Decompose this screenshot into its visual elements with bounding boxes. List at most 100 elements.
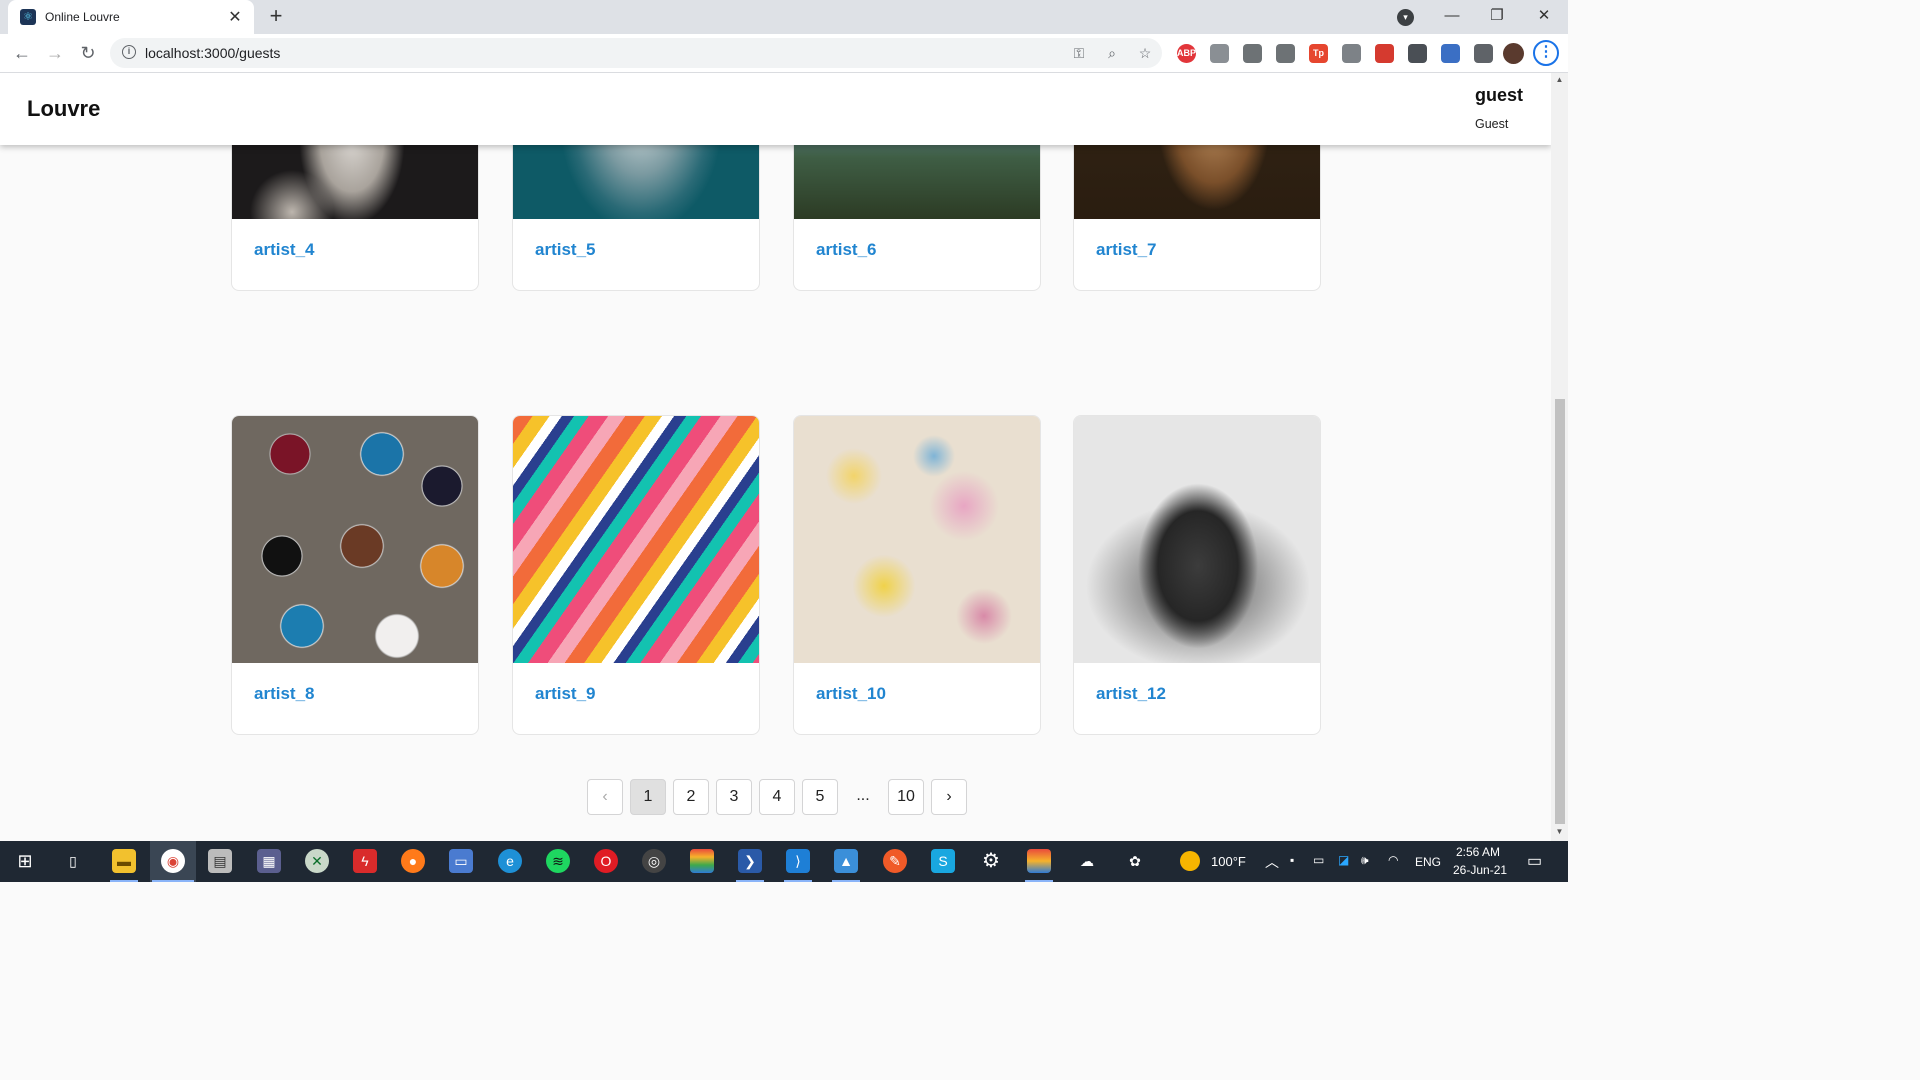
address-bar[interactable]: i localhost:3000/guests ⚿ ⌕ ☆ bbox=[110, 38, 1162, 68]
app-icon-blue[interactable]: ▦ bbox=[257, 849, 281, 873]
page-button-10[interactable]: 10 bbox=[888, 779, 924, 815]
prev-page-button[interactable]: ‹ bbox=[587, 779, 623, 815]
tab-close-icon[interactable]: ✕ bbox=[226, 7, 244, 27]
scroll-up-arrow-icon[interactable]: ▲ bbox=[1551, 75, 1568, 87]
volume-icon[interactable]: 🕪 bbox=[1361, 853, 1369, 868]
artist-name-link[interactable]: artist_12 bbox=[1096, 684, 1166, 704]
artwork-image[interactable] bbox=[794, 416, 1040, 663]
artist-card[interactable]: artist_12 bbox=[1073, 415, 1321, 735]
restore-button[interactable]: ❐ bbox=[1477, 4, 1517, 28]
running-indicator bbox=[784, 880, 812, 882]
page-scrollbar[interactable]: ▲ ▼ bbox=[1551, 73, 1568, 841]
artist-card[interactable]: artist_8 bbox=[231, 415, 479, 735]
flash-app-icon[interactable]: ϟ bbox=[353, 849, 377, 873]
artist-name-link[interactable]: artist_7 bbox=[1096, 240, 1156, 260]
profile-avatar[interactable] bbox=[1503, 43, 1524, 64]
page-viewport: Louvre guest Guest artist_4 artist_5 art… bbox=[0, 73, 1551, 841]
clock-time[interactable]: 2:56 AM bbox=[1456, 845, 1500, 859]
photos-icon[interactable]: ▲ bbox=[834, 849, 858, 873]
artist-card[interactable]: artist_9 bbox=[512, 415, 760, 735]
scroll-down-arrow-icon[interactable]: ▼ bbox=[1551, 827, 1568, 839]
user-role: Guest bbox=[1475, 117, 1509, 131]
moon-extension-icon[interactable] bbox=[1408, 44, 1427, 63]
page-button-4[interactable]: 4 bbox=[759, 779, 795, 815]
key-icon[interactable]: ⚿ bbox=[1070, 44, 1088, 62]
pagination-ellipsis: ... bbox=[856, 787, 870, 804]
task-view-icon[interactable]: ▯ bbox=[61, 849, 85, 873]
wifi-icon[interactable]: ◠ bbox=[1388, 853, 1398, 867]
tab-search-icon[interactable]: ▾ bbox=[1397, 9, 1414, 26]
weather-temp[interactable]: 100°F bbox=[1211, 854, 1246, 869]
artwork-image[interactable] bbox=[1074, 416, 1320, 663]
browser-tab[interactable]: ⚛ Online Louvre ✕ bbox=[8, 0, 254, 34]
monitor-app-icon[interactable]: ▭ bbox=[449, 849, 473, 873]
tray-device-icon[interactable]: ▪ bbox=[1290, 853, 1294, 867]
windows-start-icon[interactable]: ⊞ bbox=[13, 849, 37, 873]
edge-icon[interactable]: e bbox=[498, 849, 522, 873]
powershell-icon[interactable]: ❯ bbox=[738, 849, 762, 873]
v-extension-icon[interactable] bbox=[1342, 44, 1361, 63]
chrome-icon[interactable]: ◉ bbox=[161, 849, 185, 873]
artist-card[interactable]: artist_10 bbox=[793, 415, 1041, 735]
settings-gear-icon[interactable]: ⚙ bbox=[979, 849, 1003, 873]
artwork-image[interactable] bbox=[513, 416, 759, 663]
page-button-1[interactable]: 1 bbox=[630, 779, 666, 815]
tray-chevron-icon[interactable]: ︿ bbox=[1265, 852, 1279, 872]
running-indicator bbox=[110, 880, 138, 882]
onedrive-icon[interactable]: ◪ bbox=[1338, 853, 1349, 867]
url-text[interactable]: localhost:3000/guests bbox=[145, 45, 280, 61]
artist-name-link[interactable]: artist_9 bbox=[535, 684, 595, 704]
clock-date[interactable]: 26-Jun-21 bbox=[1453, 863, 1507, 877]
artist-name-link[interactable]: artist_6 bbox=[816, 240, 876, 260]
new-tab-button[interactable]: + bbox=[264, 5, 288, 29]
notepad-icon[interactable]: ▤ bbox=[208, 849, 232, 873]
link-extension-icon[interactable] bbox=[1276, 44, 1295, 63]
close-window-button[interactable]: ✕ bbox=[1524, 4, 1564, 28]
opera-icon[interactable]: O bbox=[594, 849, 618, 873]
firefox-icon[interactable]: ● bbox=[401, 849, 425, 873]
artist-name-link[interactable]: artist_4 bbox=[254, 240, 314, 260]
site-info-icon[interactable]: i bbox=[122, 45, 136, 59]
red-extension-icon[interactable] bbox=[1375, 44, 1394, 63]
notification-center-icon[interactable]: ▭ bbox=[1527, 851, 1542, 871]
zoom-icon[interactable]: ⌕ bbox=[1103, 44, 1121, 62]
artwork-image[interactable] bbox=[232, 416, 478, 663]
reload-button[interactable]: ↻ bbox=[75, 40, 101, 66]
media-player-icon[interactable]: ◎ bbox=[642, 849, 666, 873]
paint-icon[interactable]: ☁ bbox=[1075, 849, 1099, 873]
browser-menu-icon[interactable]: ⋮ bbox=[1533, 40, 1559, 66]
skype-like-icon[interactable]: S bbox=[931, 849, 955, 873]
bookmark-star-icon[interactable]: ☆ bbox=[1136, 44, 1154, 62]
minimize-button[interactable]: — bbox=[1432, 4, 1472, 28]
windows-taskbar: ⊞ ▯ ▬ ◉ ▤ ▦ ✕ ϟ ● ▭ e ≋ O ◎ ❯ ⟩ ▲ ✎ S ⚙ … bbox=[0, 841, 1568, 882]
pen-extension-icon[interactable] bbox=[1210, 44, 1229, 63]
artist-name-link[interactable]: artist_8 bbox=[254, 684, 314, 704]
file-explorer-icon[interactable]: ▬ bbox=[112, 849, 136, 873]
scrollbar-thumb[interactable] bbox=[1555, 399, 1565, 824]
palette-icon[interactable]: ✿ bbox=[1123, 849, 1147, 873]
page-button-2[interactable]: 2 bbox=[673, 779, 709, 815]
running-indicator bbox=[1025, 880, 1053, 882]
page-button-3[interactable]: 3 bbox=[716, 779, 752, 815]
postman-icon[interactable]: ✎ bbox=[883, 849, 907, 873]
spotify-icon[interactable]: ≋ bbox=[546, 849, 570, 873]
glasses-extension-icon[interactable] bbox=[1441, 44, 1460, 63]
store-app-icon[interactable] bbox=[1027, 849, 1051, 873]
back-button[interactable]: ← bbox=[9, 40, 35, 66]
artist-name-link[interactable]: artist_10 bbox=[816, 684, 886, 704]
artist-name-link[interactable]: artist_5 bbox=[535, 240, 595, 260]
brand-logo[interactable]: Louvre bbox=[27, 96, 100, 122]
vscode-icon[interactable]: ⟩ bbox=[786, 849, 810, 873]
image-extension-icon[interactable] bbox=[1243, 44, 1262, 63]
battery-icon[interactable]: ▭ bbox=[1313, 853, 1324, 867]
language-indicator[interactable]: ENG bbox=[1415, 855, 1441, 869]
abp-icon[interactable]: ABP bbox=[1177, 44, 1196, 63]
page-button-5[interactable]: 5 bbox=[802, 779, 838, 815]
forward-button[interactable]: → bbox=[42, 40, 68, 66]
next-page-button[interactable]: › bbox=[931, 779, 967, 815]
puzzle-extensions-icon[interactable] bbox=[1474, 44, 1493, 63]
tp-extension-icon[interactable]: Tp bbox=[1309, 44, 1328, 63]
xbox-icon[interactable]: ✕ bbox=[305, 849, 329, 873]
weather-sun-icon[interactable] bbox=[1180, 851, 1200, 871]
color-app-icon[interactable] bbox=[690, 849, 714, 873]
